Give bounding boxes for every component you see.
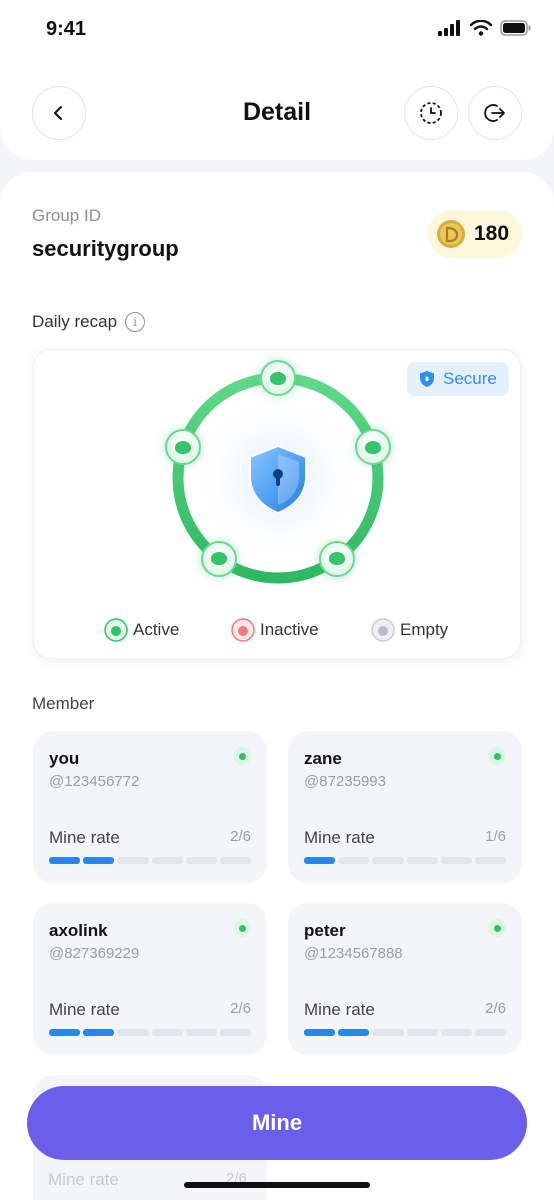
member-card[interactable]: you @123456772 Mine rate 2/6 bbox=[33, 731, 267, 883]
progress-segment bbox=[49, 857, 81, 864]
shield-small-icon bbox=[420, 371, 434, 387]
coin-icon bbox=[437, 220, 465, 248]
member-name: you bbox=[49, 749, 80, 768]
battery-icon bbox=[500, 20, 531, 36]
progress-segment bbox=[117, 857, 149, 864]
progress-segment bbox=[185, 857, 217, 864]
member-name: axolink bbox=[49, 921, 108, 940]
progress-segment bbox=[219, 1029, 252, 1036]
member-handle: @827369229 bbox=[49, 945, 140, 962]
progress-segment bbox=[49, 1029, 81, 1036]
progress-segment bbox=[372, 1029, 404, 1036]
group-id-value: securitygroup bbox=[32, 236, 179, 261]
node-core-icon bbox=[270, 371, 286, 385]
daily-recap-heading: Daily recap i bbox=[32, 312, 146, 332]
progress-segment bbox=[185, 1029, 217, 1036]
progress-segment bbox=[83, 857, 115, 864]
progress-segment bbox=[83, 1029, 115, 1036]
ring-member-node bbox=[260, 360, 296, 396]
mine-rate-progress bbox=[304, 857, 507, 864]
member-card[interactable]: zane @87235993 Mine rate 1/6 bbox=[288, 731, 522, 883]
progress-segment bbox=[440, 857, 472, 864]
mine-rate-label: Mine rate bbox=[49, 1000, 120, 1019]
mine-rate-value: 1/6 bbox=[485, 828, 506, 845]
history-icon bbox=[420, 102, 442, 124]
progress-segment bbox=[406, 857, 438, 864]
legend: Active Inactive Empty bbox=[34, 618, 522, 648]
member-card[interactable]: axolink @827369229 Mine rate 2/6 bbox=[33, 903, 267, 1055]
online-status-icon bbox=[233, 919, 251, 937]
progress-segment bbox=[151, 857, 183, 864]
mine-rate-value: 2/6 bbox=[230, 828, 251, 845]
member-handle: @1234567888 bbox=[304, 945, 403, 962]
member-handle: @87235993 bbox=[304, 773, 386, 790]
progress-segment bbox=[440, 1029, 472, 1036]
secure-label: Secure bbox=[443, 369, 497, 388]
legend-inactive: Inactive bbox=[231, 618, 319, 642]
home-indicator bbox=[184, 1182, 370, 1188]
status-time: 9:41 bbox=[46, 18, 87, 40]
logout-icon bbox=[484, 104, 505, 122]
legend-inactive-label: Inactive bbox=[260, 620, 319, 639]
progress-segment bbox=[406, 1029, 438, 1036]
history-button[interactable] bbox=[404, 86, 458, 140]
empty-dot-icon bbox=[371, 618, 395, 642]
member-card[interactable]: peter @1234567888 Mine rate 2/6 bbox=[288, 903, 522, 1055]
signal-icon bbox=[438, 20, 460, 36]
online-status-icon bbox=[488, 747, 506, 765]
daily-recap-card: Secure Active Inactive Empty bbox=[33, 349, 521, 659]
online-status-icon bbox=[233, 747, 251, 765]
mine-rate-label: Mine rate bbox=[304, 828, 375, 847]
node-core-icon bbox=[211, 552, 228, 566]
progress-segment bbox=[338, 857, 370, 864]
mine-rate-progress bbox=[304, 1029, 507, 1036]
active-dot-icon bbox=[104, 618, 128, 642]
mine-rate-progress bbox=[49, 857, 252, 864]
info-icon[interactable]: i bbox=[125, 312, 146, 332]
legend-active-label: Active bbox=[133, 620, 180, 639]
coin-balance-badge: 180 bbox=[428, 210, 522, 258]
ring-member-node bbox=[164, 429, 201, 466]
status-icons bbox=[438, 20, 532, 36]
member-name: peter bbox=[304, 921, 346, 940]
progress-segment bbox=[219, 857, 252, 864]
node-core-icon bbox=[365, 440, 382, 454]
wifi-icon bbox=[470, 20, 492, 36]
online-status-icon bbox=[488, 919, 506, 937]
node-core-icon bbox=[174, 440, 191, 454]
inactive-dot-icon bbox=[231, 618, 255, 642]
progress-segment bbox=[474, 1029, 507, 1036]
secure-badge: Secure bbox=[407, 362, 509, 396]
ring-member-node bbox=[355, 429, 392, 466]
progress-segment bbox=[304, 857, 336, 864]
node-core-icon bbox=[328, 552, 345, 566]
progress-segment bbox=[372, 857, 404, 864]
mine-rate-progress bbox=[49, 1029, 252, 1036]
progress-segment bbox=[474, 857, 507, 864]
mine-rate-value: 2/6 bbox=[485, 1000, 506, 1017]
legend-empty: Empty bbox=[371, 618, 448, 642]
member-name: zane bbox=[304, 749, 342, 768]
ring-member-node bbox=[318, 540, 355, 577]
legend-empty-label: Empty bbox=[400, 620, 449, 639]
progress-segment bbox=[338, 1029, 370, 1036]
legend-active: Active bbox=[104, 618, 179, 642]
member-heading: Member bbox=[32, 694, 95, 713]
progress-segment bbox=[151, 1029, 183, 1036]
main-content: Group ID securitygroup 180 Daily recap i bbox=[0, 172, 554, 1200]
daily-recap-label: Daily recap bbox=[32, 312, 118, 331]
mine-rate-label: Mine rate bbox=[49, 828, 120, 847]
ring-member-node bbox=[201, 540, 238, 577]
progress-segment bbox=[304, 1029, 336, 1036]
mine-rate-label: Mine rate bbox=[304, 1000, 375, 1019]
status-bar: 9:41 bbox=[0, 0, 554, 62]
member-handle: @123456772 bbox=[49, 773, 140, 790]
coin-balance-value: 180 bbox=[474, 222, 510, 245]
mine-button[interactable]: Mine bbox=[27, 1086, 527, 1160]
partial-mine-rate-label: Mine rate bbox=[48, 1170, 119, 1189]
exit-button[interactable] bbox=[468, 86, 522, 140]
group-id-label: Group ID bbox=[32, 206, 101, 225]
mine-rate-value: 2/6 bbox=[230, 1000, 251, 1017]
progress-segment bbox=[117, 1029, 149, 1036]
